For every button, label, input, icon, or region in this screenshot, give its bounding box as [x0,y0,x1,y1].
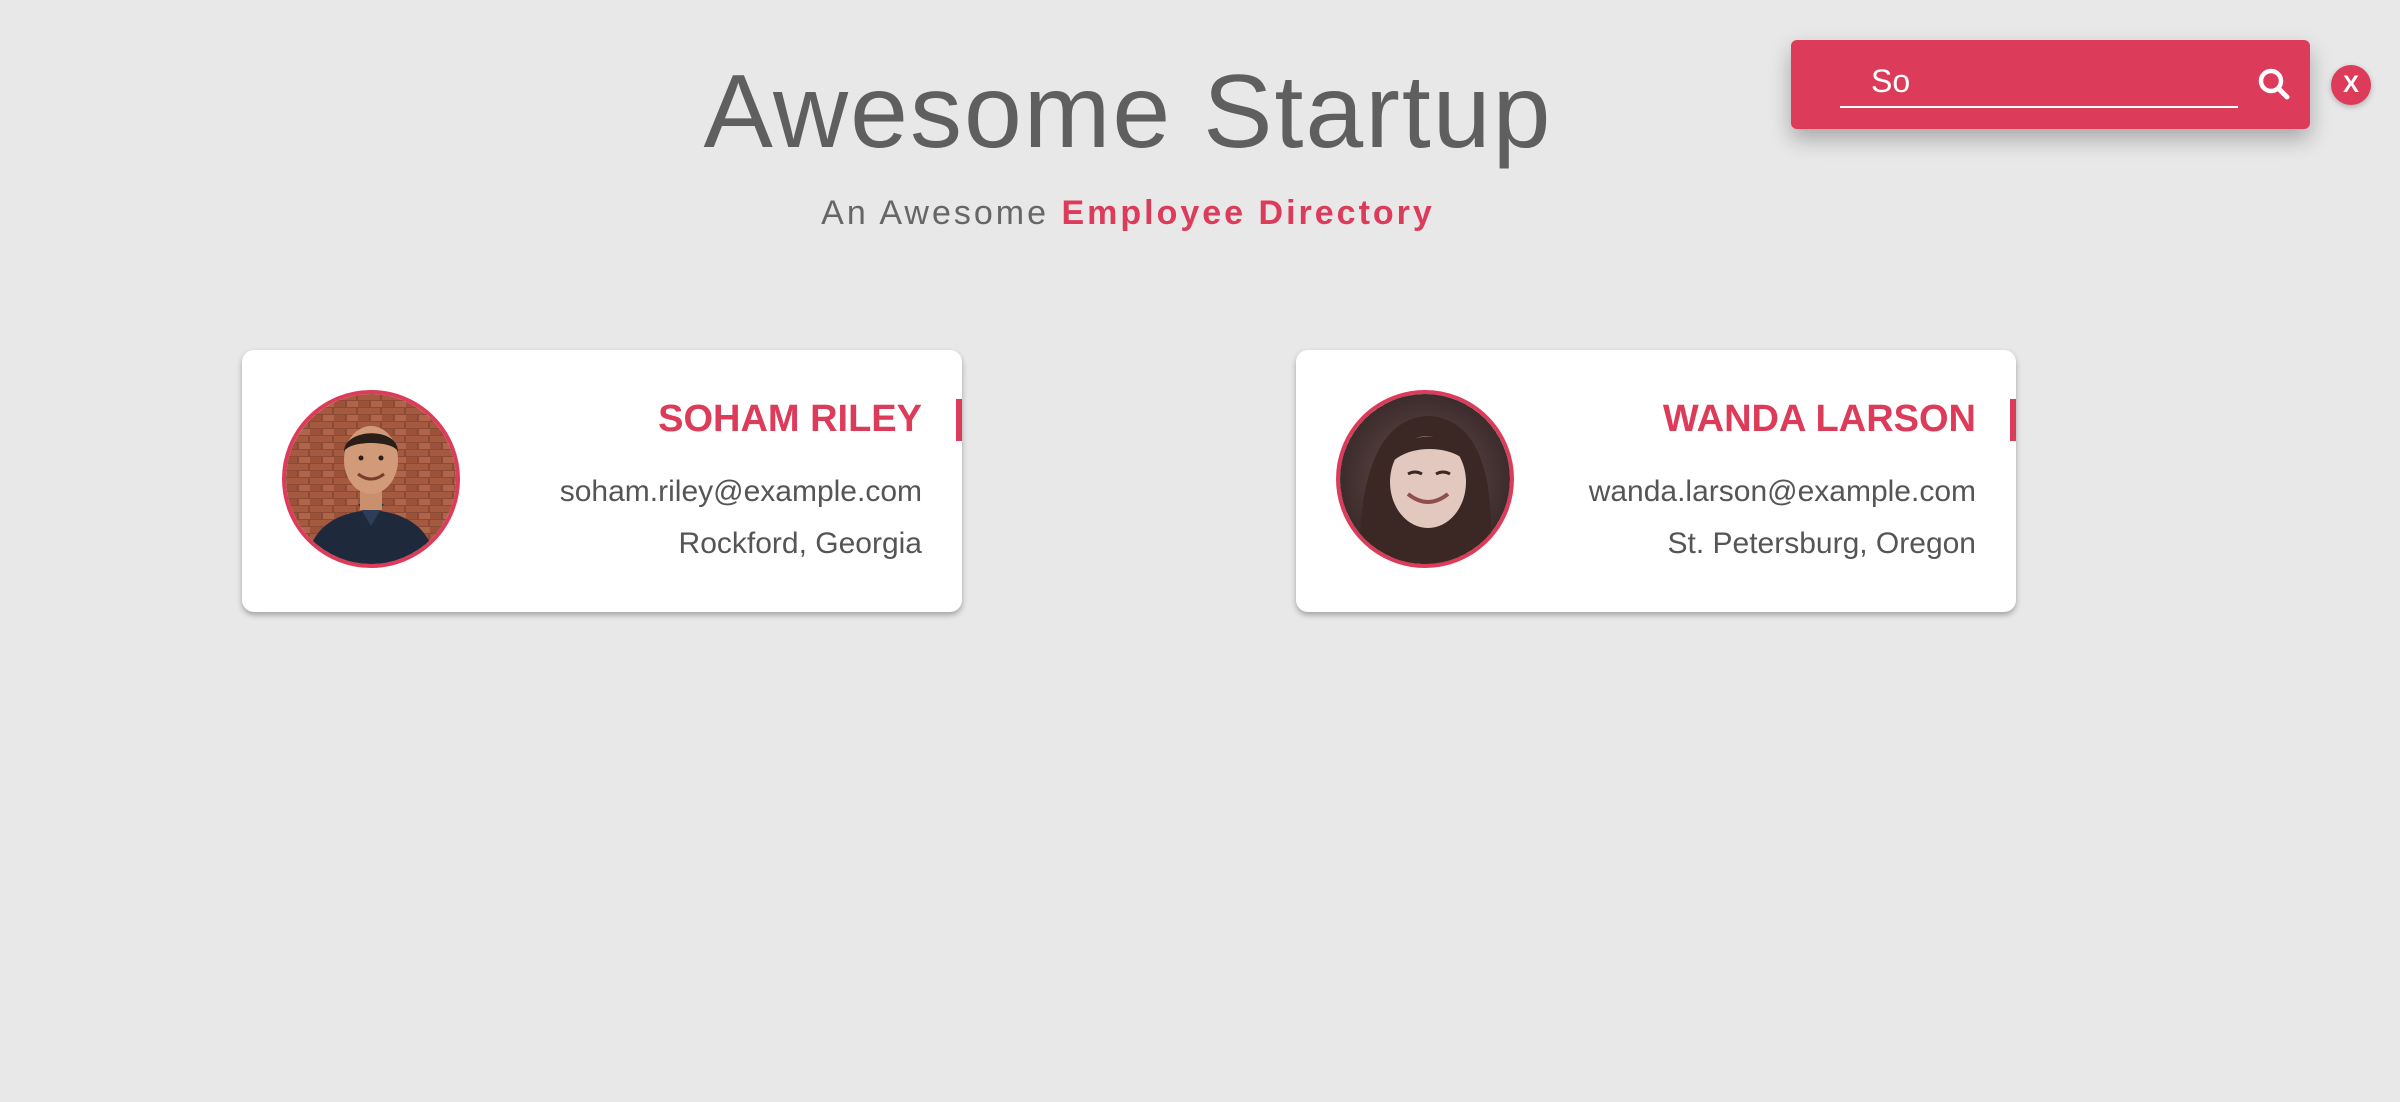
employee-card[interactable]: WANDA LARSON wanda.larson@example.com St… [1296,350,2016,612]
employee-name: SOHAM RILEY [658,398,922,440]
employee-location: St. Petersburg, Oregon [1667,527,1977,560]
avatar [282,390,460,568]
name-accent-bar [2010,399,2016,441]
employee-email: soham.riley@example.com [559,475,922,508]
subtitle-accent: Employee Directory [1061,194,1435,232]
page-subtitle: An Awesome Employee Directory [0,190,2256,236]
employee-location: Rockford, Georgia [678,527,922,560]
subtitle-prefix: An Awesome [821,194,1062,232]
search-input[interactable] [1840,56,2238,108]
close-search-button[interactable]: X [2331,65,2371,105]
employee-email: wanda.larson@example.com [1588,475,1976,508]
avatar [1336,390,1514,568]
name-accent-bar [956,399,962,441]
search-panel [1791,40,2310,129]
employee-card[interactable]: SOHAM RILEY soham.riley@example.com Rock… [242,350,962,612]
search-icon[interactable] [2254,64,2294,104]
employee-name: WANDA LARSON [1662,398,1976,440]
